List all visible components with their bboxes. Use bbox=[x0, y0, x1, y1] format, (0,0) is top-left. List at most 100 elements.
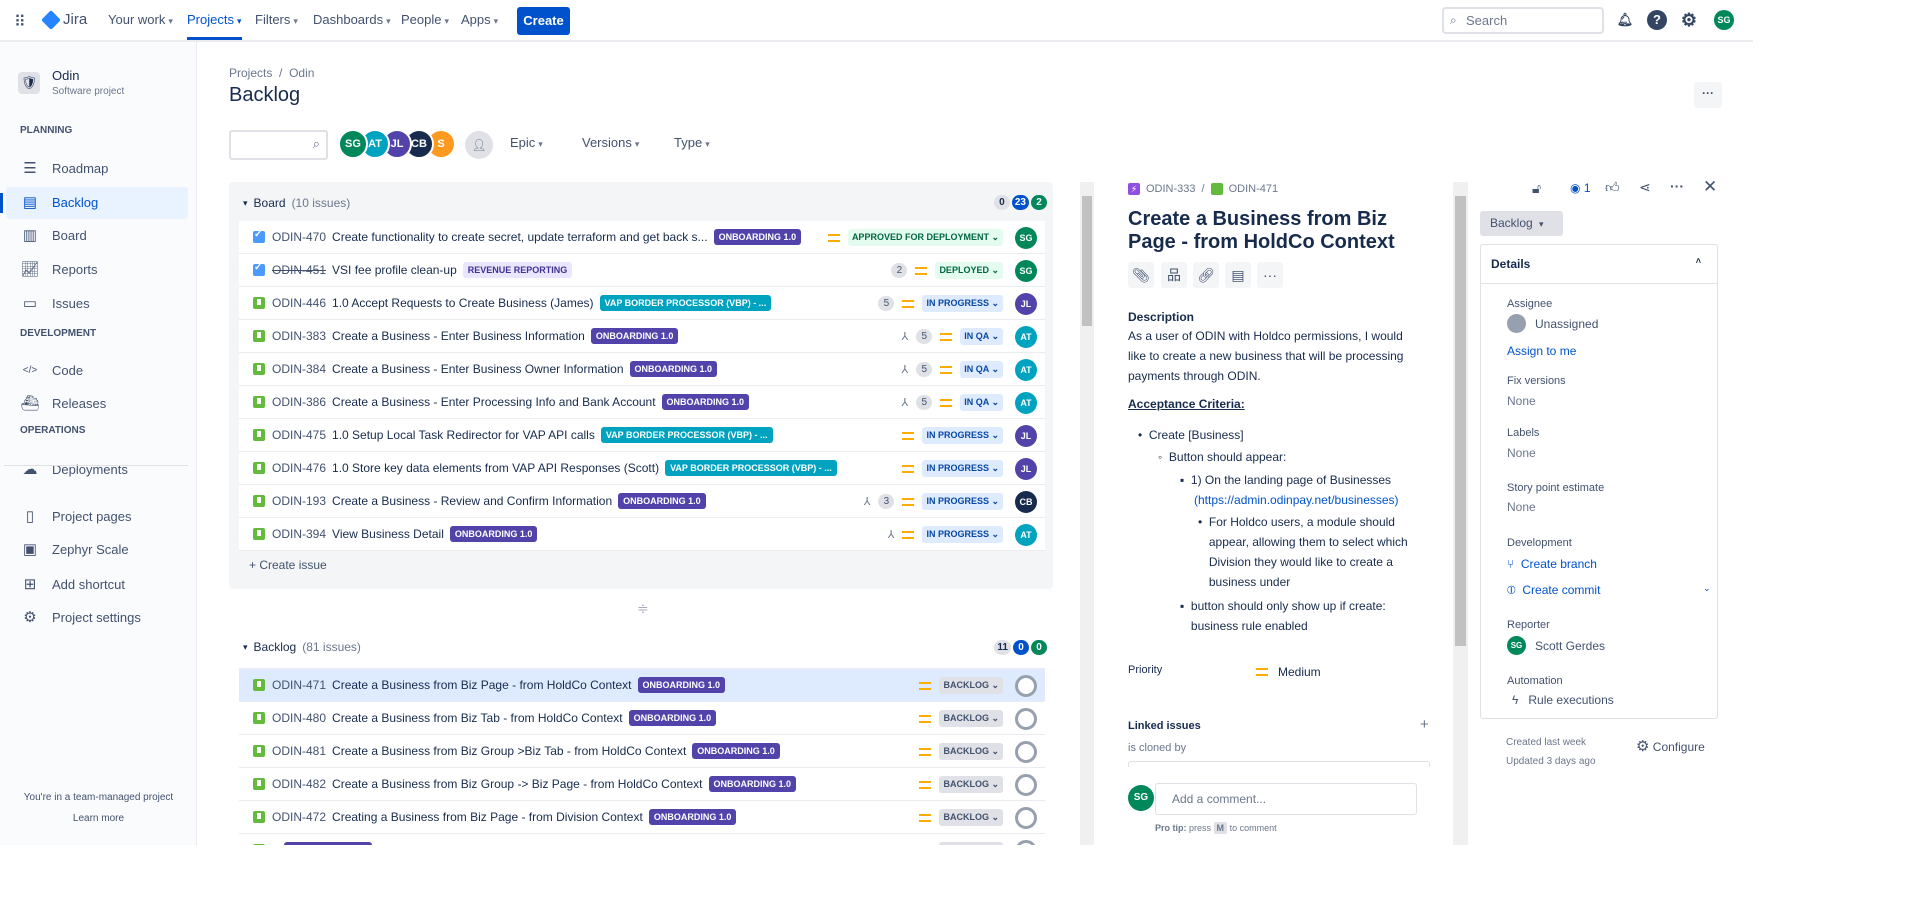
child-issues-icon[interactable]: ⅄ bbox=[864, 495, 871, 508]
labels-value[interactable]: None bbox=[1507, 446, 1536, 460]
share-icon[interactable]: ⋖ bbox=[1639, 179, 1651, 196]
issue-row[interactable]: ODIN-482 Create a Business from Biz Group… bbox=[239, 768, 1045, 801]
epic-filter[interactable]: Epic ▾ bbox=[510, 135, 543, 150]
epic-lozenge[interactable]: ONBOARDING 1.0 bbox=[590, 328, 679, 344]
issue-summary[interactable]: Create a Business from Biz Group >Biz Ta… bbox=[332, 744, 686, 758]
sidebar-item-zephyr-scale[interactable]: ▣ Zephyr Scale bbox=[6, 534, 188, 566]
issue-key[interactable]: ODIN-446 bbox=[272, 296, 326, 310]
issue-row[interactable]: ODIN-476 1.0 Store key data elements from… bbox=[239, 452, 1045, 485]
app-switcher-icon[interactable]: ⠿ bbox=[14, 12, 26, 32]
issue-row[interactable]: ODIN-384 Create a Business - Enter Busine… bbox=[239, 353, 1045, 386]
issue-summary[interactable]: Create a Business - Enter Processing Inf… bbox=[332, 395, 656, 409]
more-icon[interactable]: ··· bbox=[1257, 262, 1283, 288]
more-icon[interactable]: ··· bbox=[1670, 178, 1684, 194]
child-issue-icon[interactable]: 品 bbox=[1161, 262, 1187, 288]
issue-key[interactable]: ODIN-480 bbox=[272, 711, 326, 725]
description-text[interactable]: As a user of ODIN with Holdco permission… bbox=[1128, 326, 1418, 386]
story-points[interactable]: 3 bbox=[878, 494, 895, 509]
businesses-link[interactable]: (https://admin.odinpay.net/businesses) bbox=[1180, 493, 1399, 507]
issue-key[interactable]: ODIN-394 bbox=[272, 527, 326, 541]
sidebar-item-add-shortcut[interactable]: ⊞ Add shortcut bbox=[6, 569, 188, 601]
detail-scrollbar[interactable] bbox=[1453, 182, 1468, 845]
breadcrumb-projects[interactable]: Projects bbox=[229, 66, 272, 80]
nav-people[interactable]: People ▾ bbox=[401, 0, 449, 40]
notifications-icon[interactable]: 🔔︎ bbox=[1615, 10, 1635, 30]
epic-lozenge[interactable]: ONBOARDING 1.0 bbox=[628, 710, 717, 726]
status-dropdown[interactable]: IN PROGRESS ⌄ bbox=[922, 526, 1003, 543]
assignee-avatar[interactable]: SG bbox=[1015, 226, 1037, 249]
status-dropdown[interactable]: APPROVED FOR DEPLOYMENT ⌄ bbox=[847, 229, 1003, 246]
status-dropdown[interactable]: IN QA ⌄ bbox=[960, 394, 1003, 411]
issue-key[interactable]: ODIN-384 bbox=[272, 362, 326, 376]
like-icon[interactable]: 👍︎ bbox=[1605, 179, 1620, 196]
epic-lozenge[interactable]: ONBOARDING 1.0 bbox=[449, 526, 538, 542]
issue-row[interactable]: ODIN-471 Create a Business from Biz Page … bbox=[239, 669, 1045, 702]
attach-icon[interactable]: 📎︎ bbox=[1128, 262, 1154, 288]
unassigned-avatar[interactable] bbox=[1015, 707, 1037, 730]
sidebar-item-backlog[interactable]: ▤ Backlog bbox=[0, 187, 188, 219]
type-filter[interactable]: Type ▾ bbox=[674, 135, 710, 150]
assignee-filter-avatar[interactable]: SG bbox=[338, 129, 368, 159]
epic-lozenge[interactable]: ONBOARDING 1.0 bbox=[284, 842, 372, 845]
issue-summary[interactable]: VSI fee profile clean-up bbox=[332, 263, 457, 277]
issue-summary[interactable]: 1.0 Accept Requests to Create Business (… bbox=[332, 296, 593, 310]
issue-key[interactable]: ODIN-451 bbox=[272, 263, 326, 277]
assignee-avatar[interactable]: AT bbox=[1015, 325, 1037, 348]
issue-key[interactable]: ODIN-481 bbox=[272, 744, 326, 758]
issue-summary[interactable]: Create a Business - Review and Confirm I… bbox=[332, 494, 612, 508]
collapse-icon[interactable]: ▾ bbox=[243, 642, 248, 653]
status-dropdown[interactable]: BACKLOG ⌄ bbox=[939, 677, 1003, 694]
rule-executions[interactable]: ϟ Rule executions bbox=[1512, 693, 1614, 707]
create-branch-link[interactable]: ⑂ Create branch bbox=[1507, 557, 1597, 571]
assignee-avatar[interactable]: AT bbox=[1015, 391, 1037, 414]
board-header[interactable]: ▾ Board (10 issues) bbox=[243, 196, 350, 210]
watch-button[interactable]: ◉ 1 bbox=[1570, 181, 1591, 195]
unassigned-avatar[interactable] bbox=[1015, 740, 1037, 763]
status-dropdown[interactable]: IN QA ⌄ bbox=[960, 361, 1003, 378]
nav-projects[interactable]: Projects ▾ bbox=[187, 0, 242, 40]
comment-input[interactable]: Add a comment... bbox=[1155, 783, 1417, 815]
status-dropdown[interactable]: IN PROGRESS ⌄ bbox=[922, 427, 1003, 444]
epic-lozenge[interactable]: ONBOARDING 1.0 bbox=[618, 493, 706, 509]
story-points-value[interactable]: None bbox=[1507, 500, 1536, 514]
child-issues-icon[interactable]: ⅄ bbox=[902, 330, 909, 343]
unassigned-avatar[interactable] bbox=[1015, 773, 1037, 796]
assignee-avatar[interactable]: AT bbox=[1015, 358, 1037, 381]
status-dropdown[interactable]: IN QA ⌄ bbox=[960, 328, 1003, 345]
epic-lozenge[interactable]: ONBOARDING 1.0 bbox=[692, 743, 780, 759]
issue-summary[interactable]: Create functionality to create secret, u… bbox=[332, 230, 708, 244]
story-points[interactable]: 5 bbox=[878, 296, 895, 311]
sidebar-item-code[interactable]: </> Code bbox=[6, 355, 188, 387]
issue-row[interactable]: ODIN-394 View Business Detail ONBOARDING 1… bbox=[239, 518, 1045, 551]
create-button[interactable]: Create bbox=[517, 7, 570, 35]
issue-key[interactable]: ODIN-471 bbox=[272, 678, 326, 692]
add-link-icon[interactable]: + bbox=[1420, 716, 1429, 733]
issue-key[interactable]: ODIN-472 bbox=[272, 810, 326, 824]
issue-key[interactable]: ODIN-475 bbox=[272, 428, 326, 442]
backlog-header[interactable]: ▾ Backlog (81 issues) bbox=[243, 640, 361, 654]
sidebar-item-reports[interactable]: 📈︎ Reports bbox=[6, 254, 188, 286]
issue-row[interactable]: ODIN-481 Create a Business from Biz Group… bbox=[239, 735, 1045, 768]
sidebar-item-releases[interactable]: ⛴︎ Releases bbox=[6, 388, 188, 420]
chevron-down-icon[interactable]: ⌄ bbox=[1703, 583, 1711, 594]
nav-apps[interactable]: Apps ▾ bbox=[461, 0, 498, 40]
issue-summary[interactable]: Create a Business - Enter Business Owner… bbox=[332, 362, 623, 376]
jira-logo[interactable]: Jira bbox=[41, 9, 87, 30]
epic-lozenge[interactable]: VAP BORDER PROCESSOR (VBP) - ... bbox=[599, 295, 772, 311]
priority-field[interactable]: Medium bbox=[1256, 665, 1321, 679]
status-dropdown[interactable]: DEPLOYED ⌄ bbox=[935, 262, 1003, 279]
issue-summary[interactable]: 1.0 Setup Local Task Redirector for VAP … bbox=[332, 428, 595, 442]
status-button[interactable]: Backlog ▾ bbox=[1480, 211, 1563, 236]
issue-key[interactable]: ODIN-386 bbox=[272, 395, 326, 409]
assignee-avatar[interactable]: SG bbox=[1015, 259, 1037, 282]
zephyr-icon[interactable]: ▤ bbox=[1225, 262, 1251, 288]
epic-lozenge[interactable]: REVENUE REPORTING bbox=[462, 262, 573, 278]
linked-issue-item[interactable] bbox=[1128, 761, 1430, 767]
lock-icon[interactable]: 🔓︎ bbox=[1532, 180, 1541, 197]
assign-to-me-link[interactable]: Assign to me bbox=[1507, 344, 1576, 358]
main-scrollbar[interactable] bbox=[1080, 182, 1094, 845]
status-dropdown[interactable]: BACKLOG ⌄ bbox=[939, 776, 1003, 793]
story-points[interactable]: 5 bbox=[916, 329, 933, 344]
sidebar-item-project-pages[interactable]: ▯ Project pages bbox=[6, 501, 188, 533]
collapse-icon[interactable]: ▾ bbox=[243, 198, 248, 209]
